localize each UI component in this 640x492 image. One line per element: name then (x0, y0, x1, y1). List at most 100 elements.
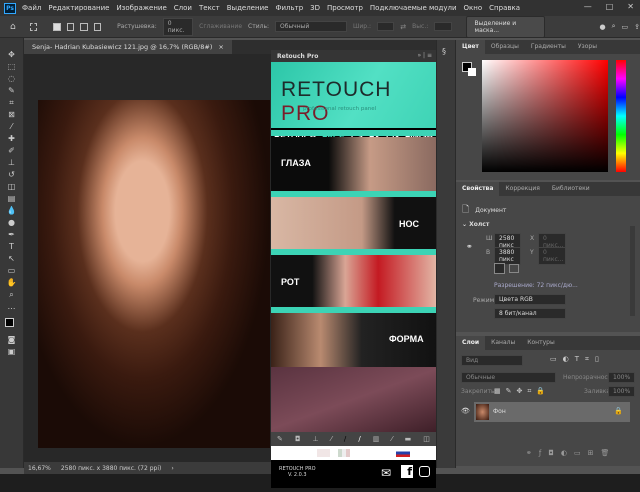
tab-layers[interactable]: Слои (456, 336, 486, 350)
feather-input[interactable]: 0 пикс. (162, 17, 194, 36)
menu-layers[interactable]: Слои (174, 4, 192, 12)
flag-uk-icon[interactable] (317, 449, 330, 457)
type-tool-icon[interactable]: T (6, 242, 18, 251)
zoom-level[interactable]: 16,67% (28, 465, 51, 472)
layer-filter-icons[interactable]: ▭◐T⌗▯ (550, 355, 605, 364)
pen-tool-icon[interactable]: ✒ (6, 230, 18, 239)
stamp-icon[interactable]: ⊥ (313, 435, 319, 443)
instagram-icon[interactable] (419, 466, 430, 477)
menu-image[interactable]: Изображение (116, 4, 166, 12)
hue-slider[interactable] (616, 60, 626, 172)
mask-icon[interactable]: ◘ (295, 435, 301, 443)
quick-mask-icon[interactable]: ◙ (6, 335, 18, 344)
quick-select-tool-icon[interactable]: ✎ (6, 86, 18, 95)
blur-tool-icon[interactable]: 💧 (6, 206, 18, 215)
section-eyes[interactable]: ГЛАЗА (271, 137, 436, 191)
subtract-selection-icon[interactable] (80, 22, 88, 31)
menu-window[interactable]: Окно (464, 4, 483, 12)
shape-tool-icon[interactable]: ▭ (6, 266, 18, 275)
tab-adjustments[interactable]: Коррекция (499, 182, 545, 196)
add-selection-icon[interactable] (66, 22, 75, 31)
healing-tool-icon[interactable]: ✚ (6, 134, 18, 143)
style-select[interactable]: Обычный (275, 21, 347, 32)
zoom-tool-icon[interactable]: ⌕ (6, 290, 18, 299)
flag-ru-icon[interactable] (396, 449, 410, 457)
eraser-tool-icon[interactable]: ◫ (6, 182, 18, 191)
facebook-icon[interactable]: f (401, 465, 413, 478)
crop-tool-icon[interactable]: ⌗ (6, 98, 18, 107)
brush-icon[interactable]: ✎ (277, 435, 283, 443)
tab-libraries[interactable]: Библиотеки (546, 182, 596, 196)
frame-tool-icon[interactable]: ⊠ (6, 110, 18, 119)
menu-type[interactable]: Текст (199, 4, 220, 12)
width-input[interactable] (377, 22, 395, 31)
visibility-eye-icon[interactable]: 👁 (461, 407, 470, 415)
intersect-selection-icon[interactable] (93, 22, 102, 31)
link-icon[interactable]: ⚭ (466, 242, 473, 251)
lock-icons[interactable]: ▦✎✥⌗🔒 (494, 387, 550, 396)
home-icon[interactable]: ⌂ (10, 22, 16, 32)
section-shape[interactable]: ФОРМА (271, 313, 436, 367)
status-arrow-icon[interactable]: › (171, 465, 173, 472)
fx-icon[interactable]: ◫ (423, 435, 430, 443)
y-field[interactable]: 0 пикс... (538, 247, 566, 265)
layer-action-icons[interactable]: ⚭ƒ◘◐▭⊞🗑 (526, 449, 616, 457)
maximize-button[interactable]: □ (606, 2, 614, 11)
color-field[interactable] (482, 60, 608, 172)
flag-it-icon[interactable] (338, 449, 350, 457)
blend-mode-select[interactable]: Обычные (461, 372, 556, 383)
select-and-mask-button[interactable]: Выделение и маска... (465, 15, 546, 38)
pipette-icon[interactable]: ⁄ (391, 435, 392, 443)
brush-black-icon[interactable]: / (344, 435, 346, 443)
mode-select[interactable]: Цвета RGB (494, 294, 566, 305)
marquee-tool-icon[interactable]: ⬚ (6, 62, 18, 71)
history-icon[interactable]: § (442, 47, 446, 56)
new-selection-icon[interactable] (53, 22, 61, 31)
section-mouth[interactable]: РОТ (271, 255, 436, 309)
background-swatch[interactable] (468, 68, 476, 76)
search-icon[interactable]: ⌕ (612, 22, 616, 31)
document-image[interactable] (38, 100, 270, 448)
properties-scrollbar[interactable] (630, 226, 635, 316)
move-tool-icon[interactable]: ✥ (6, 50, 18, 59)
tab-paths[interactable]: Контуры (521, 336, 560, 350)
layer-name[interactable]: Фон (493, 408, 506, 415)
menu-select[interactable]: Выделение (227, 4, 269, 12)
menu-file[interactable]: Файл (22, 4, 41, 12)
eyedropper-tool-icon[interactable]: ⁄ (6, 122, 18, 131)
tab-gradients[interactable]: Градиенты (525, 40, 572, 54)
layers-icon[interactable]: ▥ (373, 435, 380, 443)
mail-icon[interactable]: ✉ (381, 466, 391, 480)
color-swatches[interactable] (4, 318, 19, 332)
screen-mode-icon[interactable]: ▣ (6, 347, 18, 356)
minimize-button[interactable]: — (584, 2, 592, 11)
menu-filter[interactable]: Фильтр (275, 4, 303, 12)
menu-edit[interactable]: Редактирование (48, 4, 109, 12)
eyedropper-icon[interactable]: ⁄ (331, 435, 332, 443)
share-icon[interactable]: ⇪ (634, 23, 640, 31)
menu-help[interactable]: Справка (489, 4, 520, 12)
landscape-orientation-icon[interactable] (509, 264, 519, 273)
menu-plugins[interactable]: Подключаемые модули (370, 4, 457, 12)
close-tab-icon[interactable]: × (218, 43, 223, 51)
menu-3d[interactable]: 3D (310, 4, 320, 12)
lasso-tool-icon[interactable]: ◌ (6, 74, 18, 83)
tab-swatches[interactable]: Образцы (485, 40, 525, 54)
brush-white-icon[interactable]: / (358, 435, 360, 443)
tab-patterns[interactable]: Узоры (572, 40, 603, 54)
marquee-icon[interactable] (29, 22, 38, 31)
menu-view[interactable]: Просмотр (327, 4, 363, 12)
document-tab[interactable]: Senja- Hadrian Kubasiewicz 121.jpg @ 16,… (24, 40, 232, 54)
stamp-tool-icon[interactable]: ⊥ (6, 158, 18, 167)
opacity-input[interactable]: 100% (608, 372, 636, 383)
antialias-checkbox[interactable]: Сглаживание (199, 23, 242, 30)
height-input[interactable] (434, 22, 452, 31)
share-user-icon[interactable]: ● (599, 23, 605, 31)
hand-tool-icon[interactable]: ✋ (6, 278, 18, 287)
brush-tool-icon[interactable]: ✐ (6, 146, 18, 155)
tab-color[interactable]: Цвет (456, 40, 485, 54)
panel-menu-icon[interactable]: » | ≡ (417, 52, 432, 59)
canvas-area[interactable] (24, 54, 271, 462)
layer-row[interactable]: Фон 🔒 (474, 402, 630, 422)
history-brush-icon[interactable]: ↺ (6, 170, 18, 179)
